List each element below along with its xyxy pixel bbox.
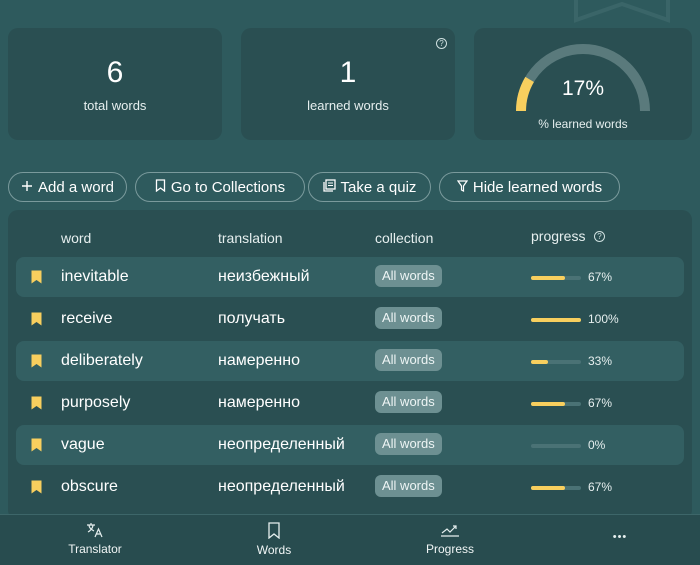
- translation-cell: неопределенный: [218, 478, 345, 495]
- header-progress: progress: [531, 228, 586, 244]
- total-words-caption: total words: [83, 97, 147, 113]
- progress-percent: 67%: [588, 270, 613, 284]
- table-row[interactable]: vague неопределенный All words 0%: [16, 425, 684, 465]
- progress-bar: [531, 318, 581, 322]
- table-header: word translation collection progress ?: [8, 228, 692, 248]
- nav-progress-label: Progress: [425, 542, 475, 556]
- progress-bar-fill: [531, 318, 581, 322]
- bookmark-icon[interactable]: [31, 396, 42, 410]
- table-row[interactable]: purposely намеренно All words 67%: [16, 383, 684, 423]
- bookmark-icon[interactable]: [31, 480, 42, 494]
- progress-percent: 100%: [588, 312, 619, 326]
- bookmark-icon: [155, 179, 166, 195]
- filter-icon: [456, 179, 469, 195]
- collection-badge[interactable]: All words: [375, 475, 442, 497]
- collection-badge[interactable]: All words: [375, 433, 442, 455]
- progress-help-icon[interactable]: ?: [594, 231, 605, 242]
- word-cell: purposely: [61, 394, 131, 411]
- hide-learned-words-label: Hide learned words: [472, 178, 603, 196]
- word-cell: vague: [61, 436, 105, 453]
- learned-words-value: 1: [339, 55, 357, 89]
- table-row[interactable]: inevitable неизбежный All words 67%: [16, 257, 684, 297]
- bottom-navigation: Translator Words Progress •••: [0, 514, 700, 565]
- nav-progress[interactable]: Progress: [414, 515, 486, 565]
- percent-learned-card: 17% % learned words: [474, 28, 692, 140]
- bookmark-icon[interactable]: [31, 270, 42, 284]
- collection-badge[interactable]: All words: [375, 265, 442, 287]
- take-quiz-label: Take a quiz: [340, 178, 417, 196]
- nav-words[interactable]: Words: [246, 515, 302, 565]
- go-to-collections-label: Go to Collections: [170, 178, 286, 196]
- header-collection: collection: [375, 230, 434, 246]
- progress-bar: [531, 360, 581, 364]
- hide-learned-words-button[interactable]: Hide learned words: [439, 172, 620, 202]
- table-row[interactable]: receive получать All words 100%: [16, 299, 684, 339]
- word-cell: inevitable: [61, 268, 129, 285]
- add-word-label: Add a word: [38, 178, 114, 196]
- translate-icon: [87, 523, 103, 538]
- bookmark-decoration-icon: [574, 0, 670, 23]
- table-row[interactable]: deliberately намеренно All words 33%: [16, 341, 684, 381]
- translation-cell: неопределенный: [218, 436, 345, 453]
- add-word-button[interactable]: Add a word: [8, 172, 127, 202]
- percent-learned-value: 17%: [561, 77, 605, 100]
- header-word: word: [61, 230, 92, 246]
- quiz-icon: [322, 179, 336, 195]
- nav-more[interactable]: •••: [596, 515, 644, 565]
- table-row[interactable]: obscure неопределенный All words 67%: [16, 467, 684, 507]
- collection-badge[interactable]: All words: [375, 391, 442, 413]
- progress-percent: 0%: [588, 438, 606, 452]
- progress-percent: 67%: [588, 480, 613, 494]
- plus-icon: [21, 180, 33, 195]
- more-icon: •••: [612, 531, 628, 543]
- progress-bar: [531, 444, 581, 448]
- progress-bar-fill: [531, 402, 565, 406]
- translation-cell: неизбежный: [218, 268, 310, 285]
- words-table: word translation collection progress ? i…: [8, 210, 692, 520]
- bookmark-icon[interactable]: [31, 438, 42, 452]
- word-cell: obscure: [61, 478, 118, 495]
- word-cell: deliberately: [61, 352, 143, 369]
- go-to-collections-button[interactable]: Go to Collections: [135, 172, 305, 202]
- progress-bar: [531, 276, 581, 280]
- bookmark-icon[interactable]: [31, 312, 42, 326]
- header-translation: translation: [218, 230, 283, 246]
- nav-translator[interactable]: Translator: [60, 515, 130, 565]
- translation-cell: получать: [218, 310, 286, 327]
- collection-badge[interactable]: All words: [375, 349, 442, 371]
- progress-percent: 67%: [588, 396, 613, 410]
- bookmark-nav-icon: [268, 522, 280, 539]
- collection-badge[interactable]: All words: [375, 307, 442, 329]
- take-quiz-button[interactable]: Take a quiz: [308, 172, 431, 202]
- translation-cell: намеренно: [218, 352, 300, 369]
- nav-translator-label: Translator: [68, 542, 122, 556]
- help-icon[interactable]: ?: [436, 38, 447, 49]
- chart-trend-icon: [441, 525, 459, 537]
- word-cell: receive: [61, 310, 113, 327]
- learned-words-caption: learned words: [307, 97, 389, 113]
- progress-bar-fill: [531, 276, 565, 280]
- nav-words-label: Words: [256, 543, 292, 557]
- progress-percent: 33%: [588, 354, 613, 368]
- total-words-card: 6 total words: [8, 28, 222, 140]
- learned-words-card: ? 1 learned words: [241, 28, 455, 140]
- total-words-value: 6: [106, 55, 124, 89]
- progress-bar-fill: [531, 360, 548, 364]
- translation-cell: намеренно: [218, 394, 300, 411]
- bookmark-icon[interactable]: [31, 354, 42, 368]
- table-body: inevitable неизбежный All words 67% receive п…: [8, 257, 692, 517]
- progress-bar: [531, 486, 581, 490]
- progress-bar: [531, 402, 581, 406]
- percent-learned-caption: % learned words: [538, 117, 628, 131]
- progress-bar-fill: [531, 486, 565, 490]
